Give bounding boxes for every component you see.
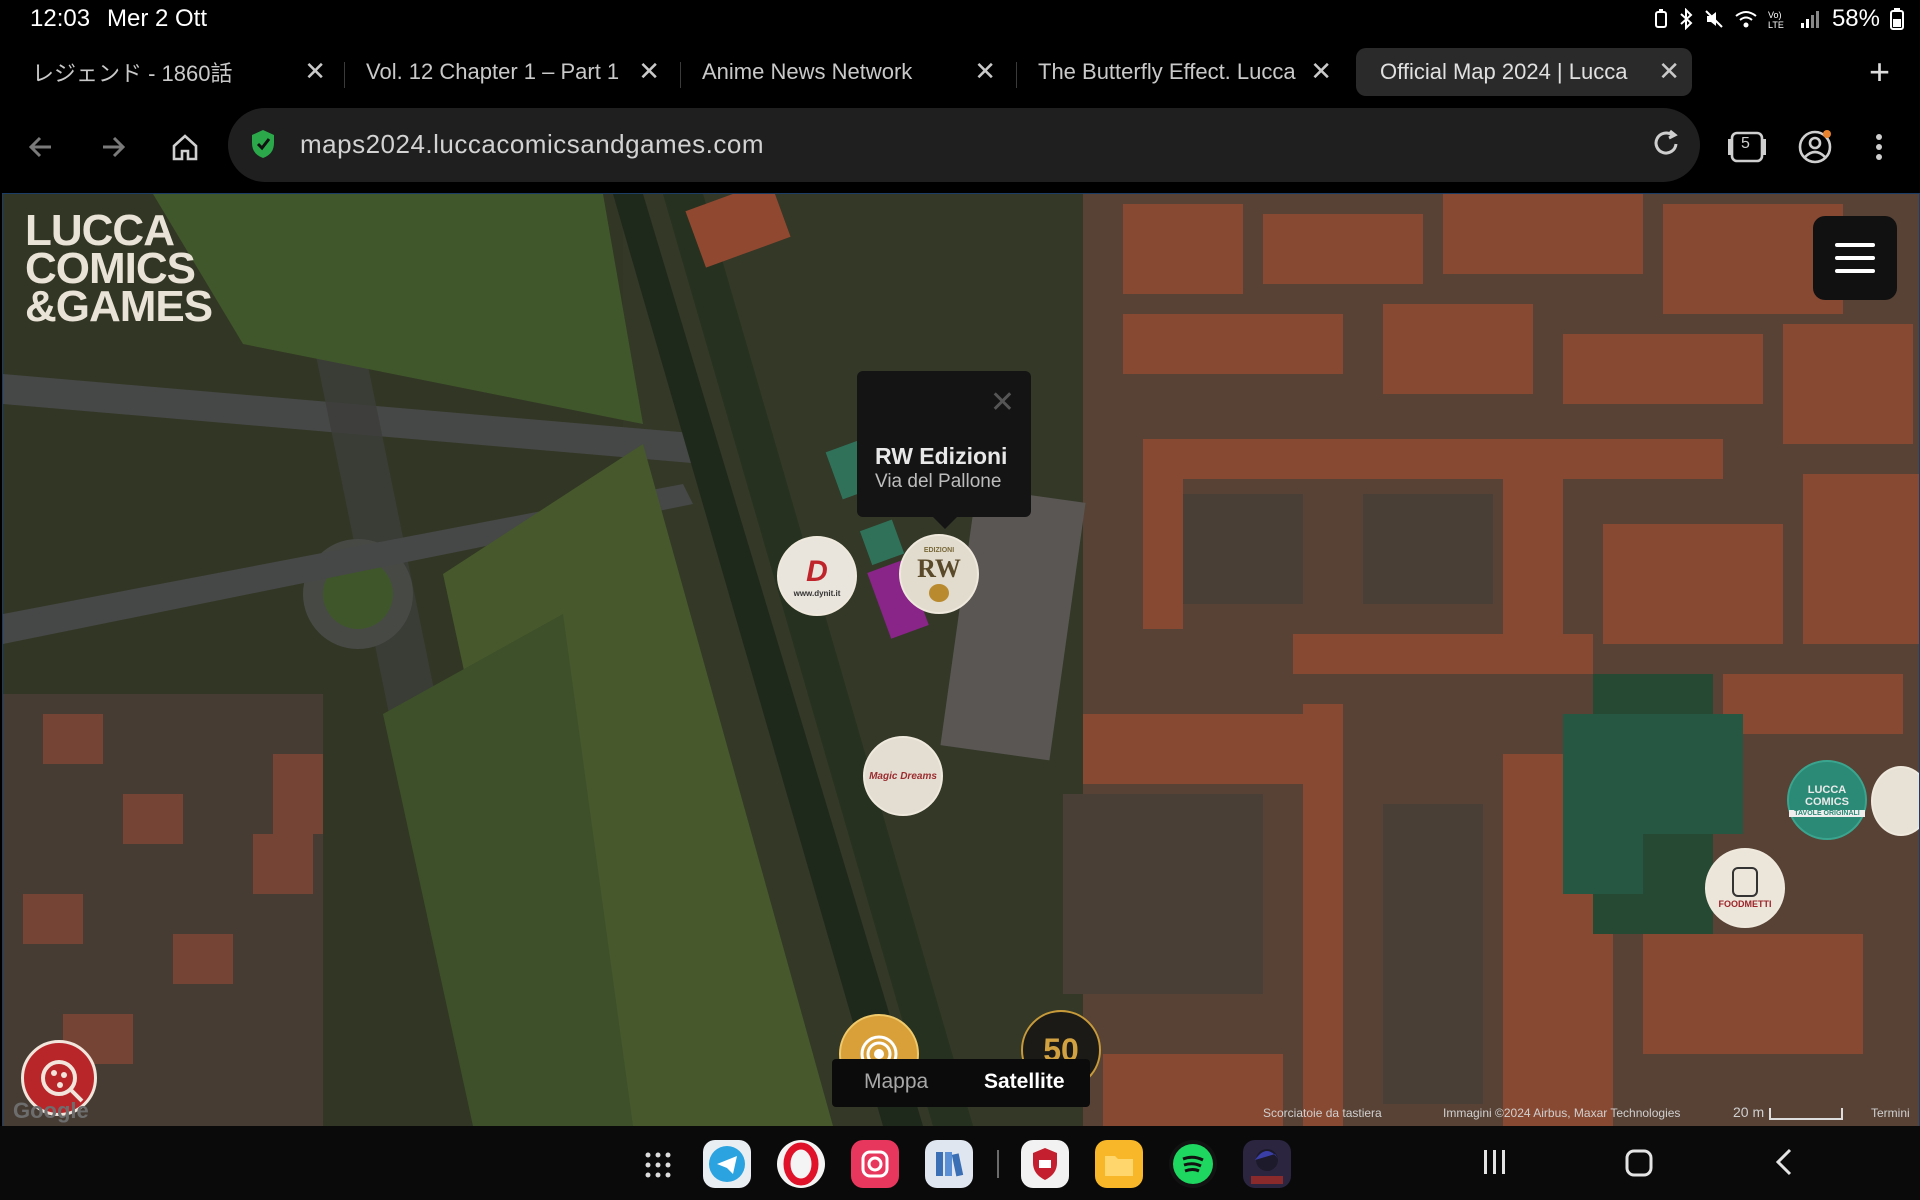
logo-line: &GAMES [25,282,213,331]
tab-title: Official Map 2024 | Lucca [1380,59,1628,84]
tab-title: レジェンド - 1860話 [32,61,233,86]
tab-title: Vol. 12 Chapter 1 – Part 1 [366,59,620,84]
recent-apps-icon[interactable] [1482,1144,1508,1180]
more-menu-button[interactable] [1856,124,1902,170]
new-tab-button[interactable]: + [1869,54,1890,90]
status-time: 12:03 [30,5,91,32]
secure-shield-icon [252,130,274,158]
popup-close-button[interactable]: ✕ [990,388,1015,418]
map-type-toggle: Mappa Satellite [832,1059,1090,1107]
tab-title: Anime News Network [702,59,913,84]
menu-line [1835,256,1875,260]
app-drawer-icon[interactable] [645,1152,671,1178]
popup-subtitle: Via del Pallone [875,471,1002,492]
account-icon [1798,130,1832,164]
shield-app-icon[interactable] [1021,1140,1069,1188]
marker-label: D [806,554,828,588]
battery-saver-icon [1654,9,1667,28]
terms-link[interactable]: Termini [1871,1106,1910,1120]
back-button[interactable] [18,124,64,170]
forward-button[interactable] [90,124,136,170]
marker-label: Magic Dreams [869,770,937,782]
google-logo: Google [13,1098,89,1123]
spotify-icon[interactable] [1169,1140,1217,1188]
satellite-map[interactable]: LUCCA COMICS &GAMES ✕ RW Edizioni Via de… [2,193,1920,1127]
tab-close-button[interactable]: ✕ [304,58,326,84]
tab-count: 5 [1741,135,1750,152]
svg-text:LTE: LTE [1768,20,1784,29]
mute-icon [1705,10,1723,28]
scale-label: 20 m [1733,1104,1765,1120]
tab-switcher-button[interactable]: 5 [1722,124,1772,170]
svg-text:Vo): Vo) [1768,10,1782,20]
dynit-marker[interactable]: D www.dynit.it [777,536,857,616]
url-text: maps2024.luccacomicsandgames.com [300,129,764,159]
battery-percentage: 58% [1831,5,1880,32]
tab-title: The Butterfly Effect. Lucca [1038,59,1296,84]
game-avatar-icon[interactable] [1243,1140,1291,1188]
tab-close-button[interactable]: ✕ [1658,58,1680,84]
food-icon [1732,867,1758,897]
home-icon [172,134,198,161]
volte-icon: Vo)LTE [1768,10,1784,29]
popup-title: RW Edizioni [875,443,1008,469]
back-nav-icon[interactable] [1772,1144,1796,1180]
more-vertical-icon [1876,134,1882,160]
home-nav-icon[interactable] [1622,1144,1656,1180]
telegram-icon[interactable] [703,1140,751,1188]
tab-close-button[interactable]: ✕ [1310,58,1332,84]
status-icons: Vo) LTE 58% [1654,5,1904,33]
library-icon[interactable] [925,1140,973,1188]
bluetooth-icon [1680,8,1693,30]
marker-label: FOODMETTI [1718,899,1772,909]
reload-icon [1654,129,1678,155]
home-button[interactable] [162,124,208,170]
magic-dreams-marker[interactable]: Magic Dreams [863,736,943,816]
lucca-comics-logo[interactable]: LUCCA COMICS &GAMES [25,209,225,331]
marker-label: RW [917,553,961,583]
opera-icon[interactable] [777,1140,825,1188]
tab-legend[interactable]: レジェンド - 1860話 ✕ [8,48,338,96]
foodmetti-marker[interactable]: FOODMETTI [1705,848,1785,928]
arrow-right-icon [103,136,126,158]
hamburger-menu-button[interactable] [1813,216,1897,300]
scale-bar [1769,1108,1843,1120]
menu-line [1835,243,1875,247]
arrow-left-icon [28,136,51,158]
tab-official-map[interactable]: Official Map 2024 | Lucca ✕ [1356,48,1692,96]
lucca-comics-tavole-marker[interactable]: LUCCA COMICS TAVOLE ORIGINALI [1787,760,1867,840]
instagram-icon[interactable] [851,1140,899,1188]
signal-icon [1800,11,1819,28]
tab-bar: レジェンド - 1860話 ✕ Vol. 12 Chapter 1 – Part… [0,44,1920,102]
map-type-satellite[interactable]: Satellite [984,1070,1065,1094]
keyboard-shortcuts-link[interactable]: Scorciatoie da tastiera [1263,1106,1382,1120]
browser-toolbar: maps2024.luccacomicsandgames.com 5 [0,102,1920,192]
tab-anime-news-network[interactable]: Anime News Network ✕ [678,48,1008,96]
wifi-icon [1735,11,1757,28]
marker-sublabel: www.dynit.it [793,588,841,598]
info-popup: ✕ RW Edizioni Via del Pallone [857,371,1031,529]
marker-sublabel: EDIZIONI [923,546,955,554]
marker-sublabel: TAVOLE ORIGINALI [1789,809,1865,817]
tab-close-button[interactable]: ✕ [974,58,996,84]
address-bar[interactable]: maps2024.luccacomicsandgames.com [228,108,1700,182]
status-date: Mer 2 Ott [107,5,208,32]
battery-icon [1890,8,1904,30]
status-bar: 12:03 Mer 2 Ott Vo) LTE 58% [0,0,1920,38]
reload-button[interactable] [1648,126,1684,167]
tab-vol12[interactable]: Vol. 12 Chapter 1 – Part 1 ✕ [342,48,672,96]
menu-line [1835,269,1875,273]
imagery-attribution: Immagini ©2024 Airbus, Maxar Technologie… [1443,1106,1681,1120]
rw-edizioni-marker[interactable]: EDIZIONI RW [899,534,979,614]
tab-butterfly-effect[interactable]: The Butterfly Effect. Lucca ✕ [1014,48,1344,96]
navigation-bar [0,1126,1920,1200]
tab-close-button[interactable]: ✕ [638,58,660,84]
satellite-imagery [3,194,1919,1126]
files-icon[interactable] [1095,1140,1143,1188]
map-type-mappa[interactable]: Mappa [864,1070,928,1094]
profile-button[interactable] [1792,124,1838,170]
marker-label: LUCCA COMICS [1805,783,1849,808]
lion-emblem-icon [929,583,949,602]
dock-divider [997,1150,999,1178]
